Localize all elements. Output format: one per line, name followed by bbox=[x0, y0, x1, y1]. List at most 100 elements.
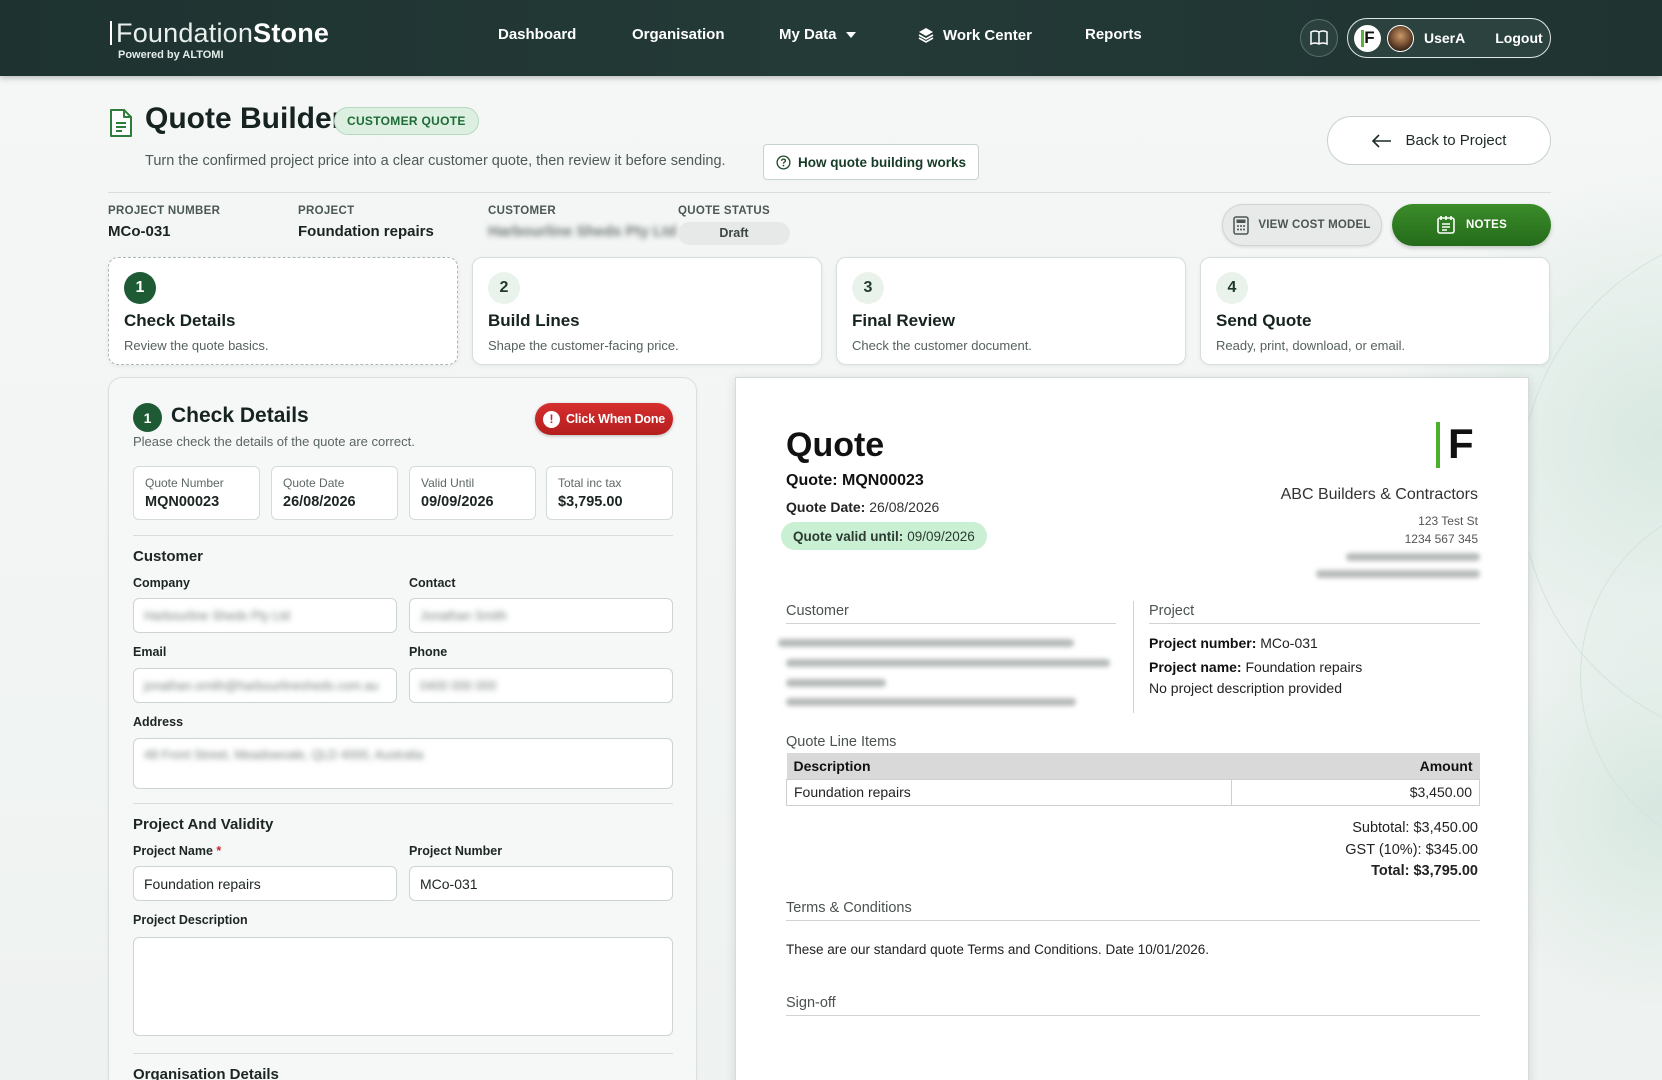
quote-type-badge: CUSTOMER QUOTE bbox=[334, 107, 479, 135]
nav-my-data[interactable]: My Data bbox=[779, 26, 857, 43]
step-number: 1 bbox=[124, 272, 156, 304]
meta-project: PROJECT Foundation repairs bbox=[298, 205, 434, 240]
quote-date-box: Quote Date 26/08/2026 bbox=[271, 466, 398, 520]
back-to-project-button[interactable]: Back to Project bbox=[1327, 116, 1551, 165]
page-title: Quote Builder bbox=[145, 102, 344, 135]
doc-totals: Subtotal: $3,450.00 GST (10%): $345.00 T… bbox=[1345, 818, 1478, 883]
customer-section-title: Customer bbox=[133, 548, 204, 565]
nav-organisation[interactable]: Organisation bbox=[632, 26, 725, 43]
address-label: Address bbox=[133, 715, 184, 729]
step-title: Check Details bbox=[124, 311, 236, 330]
phone-field[interactable]: 0400 000 000 bbox=[409, 668, 673, 703]
help-book-button[interactable] bbox=[1300, 19, 1338, 57]
project-name-field[interactable]: Foundation repairs bbox=[133, 866, 397, 901]
doc-rule bbox=[786, 623, 1116, 624]
click-when-done-button[interactable]: ! Click When Done bbox=[535, 403, 673, 435]
email-label: Email bbox=[133, 645, 167, 659]
status-badge: Draft bbox=[678, 222, 790, 245]
nav-reports[interactable]: Reports bbox=[1085, 26, 1142, 43]
contact-field[interactable]: Jonathan Smith bbox=[409, 598, 673, 633]
redacted-text bbox=[1316, 570, 1480, 578]
doc-signoff-title: Sign-off bbox=[786, 995, 836, 1011]
email-field[interactable]: jonathan.smith@harbourlinesheds.com.au bbox=[133, 668, 397, 703]
panel-subtitle: Please check the details of the quote ar… bbox=[133, 434, 415, 449]
avatar bbox=[1387, 24, 1414, 52]
redacted-text bbox=[786, 659, 1110, 667]
column-header-amount: Amount bbox=[1231, 753, 1480, 779]
redacted-text bbox=[786, 679, 886, 687]
project-validity-section-title: Project And Validity bbox=[133, 816, 274, 833]
quote-document-preview: Quote Quote: MQN00023 Quote Date: 26/08/… bbox=[735, 377, 1529, 1080]
organisation-section-title: Organisation Details bbox=[133, 1066, 279, 1080]
line-description: Foundation repairs bbox=[786, 778, 1232, 806]
company-logo: F bbox=[1436, 420, 1476, 468]
view-cost-model-button[interactable]: VIEW COST MODEL bbox=[1222, 204, 1382, 246]
alert-icon: ! bbox=[542, 410, 560, 428]
doc-project-description: No project description provided bbox=[1149, 680, 1342, 696]
meta-customer: CUSTOMER Harbourline Sheds Pty Ltd bbox=[488, 205, 677, 240]
doc-total: Total: $3,795.00 bbox=[1371, 863, 1478, 879]
notes-icon bbox=[1437, 216, 1455, 234]
phone-label: Phone bbox=[409, 645, 448, 659]
step-description: Shape the customer-facing price. bbox=[488, 338, 679, 353]
address-field[interactable]: 48 Front Street, Meadowvale, QLD 4000, A… bbox=[133, 738, 673, 789]
doc-terms-title: Terms & Conditions bbox=[786, 900, 912, 916]
document-icon bbox=[110, 109, 132, 137]
nav-work-center[interactable]: Work Center bbox=[917, 26, 1032, 44]
doc-company-phone: 1234 567 345 bbox=[1404, 532, 1478, 546]
step-send-quote[interactable]: 4 Send Quote Ready, print, download, or … bbox=[1200, 257, 1550, 365]
project-description-field[interactable] bbox=[133, 937, 673, 1036]
brand-name-bold: Stone bbox=[253, 18, 330, 48]
divider bbox=[133, 1053, 673, 1054]
brand-name-light: Foundation bbox=[116, 18, 254, 48]
redacted-text bbox=[1346, 553, 1480, 561]
company-field[interactable]: Harbourline Sheds Pty Ltd bbox=[133, 598, 397, 633]
panel-title: Check Details bbox=[171, 404, 309, 427]
step-description: Ready, print, download, or email. bbox=[1216, 338, 1406, 353]
doc-title: Quote bbox=[786, 426, 885, 464]
step-number: 3 bbox=[852, 272, 884, 304]
logout-link[interactable]: Logout bbox=[1495, 30, 1542, 46]
top-navigation: Foundation Stone Powered by ALTOMI Dashbo… bbox=[0, 0, 1662, 76]
doc-column-divider bbox=[1133, 601, 1134, 713]
divider bbox=[133, 535, 673, 536]
doc-valid-until-badge: Quote valid until: 09/09/2026 bbox=[781, 522, 987, 550]
brand-logo[interactable]: Foundation Stone Powered by ALTOMI bbox=[110, 18, 329, 61]
user-menu[interactable]: F UserA Logout bbox=[1347, 18, 1551, 58]
doc-quote-number: Quote: MQN00023 bbox=[786, 472, 924, 489]
how-it-works-button[interactable]: How quote building works bbox=[763, 144, 979, 180]
step-check-details[interactable]: 1 Check Details Review the quote basics. bbox=[108, 257, 458, 365]
doc-customer-title: Customer bbox=[786, 603, 849, 619]
doc-company-name: ABC Builders & Contractors bbox=[1280, 486, 1478, 503]
org-logo-icon: F bbox=[1354, 24, 1381, 52]
doc-subtotal: Subtotal: $3,450.00 bbox=[1352, 820, 1478, 836]
doc-rule bbox=[786, 920, 1480, 921]
step-final-review[interactable]: 3 Final Review Check the customer docume… bbox=[836, 257, 1186, 365]
valid-until-box: Valid Until 09/09/2026 bbox=[409, 466, 536, 520]
project-number-field[interactable]: MCo-031 bbox=[409, 866, 673, 901]
redacted-text bbox=[786, 698, 1076, 706]
meta-project-number: PROJECT NUMBER MCo-031 bbox=[108, 205, 221, 240]
notes-button[interactable]: NOTES bbox=[1392, 204, 1551, 246]
step-build-lines[interactable]: 2 Build Lines Shape the customer-facing … bbox=[472, 257, 822, 365]
step-title: Send Quote bbox=[1216, 311, 1312, 330]
page-subtitle: Turn the confirmed project price into a … bbox=[145, 153, 726, 169]
step-number: 2 bbox=[488, 272, 520, 304]
doc-project-number: Project number: MCo-031 bbox=[1149, 635, 1318, 651]
total-inc-tax-box: Total inc tax $3,795.00 bbox=[546, 466, 673, 520]
line-amount: $3,450.00 bbox=[1231, 778, 1480, 806]
header-divider bbox=[108, 192, 1551, 193]
step-number: 4 bbox=[1216, 272, 1248, 304]
doc-gst: GST (10%): $345.00 bbox=[1345, 841, 1478, 858]
doc-line-items-table: Description Amount Foundation repairs $3… bbox=[786, 753, 1480, 806]
arrow-left-icon bbox=[1371, 133, 1391, 148]
nav-dashboard[interactable]: Dashboard bbox=[498, 26, 576, 43]
column-header-description: Description bbox=[786, 753, 1232, 779]
doc-quote-date: Quote Date: 26/08/2026 bbox=[786, 499, 940, 515]
step-description: Review the quote basics. bbox=[124, 338, 269, 353]
calculator-icon bbox=[1233, 215, 1250, 235]
project-number-label: Project Number bbox=[409, 844, 503, 858]
doc-company-address: 123 Test St bbox=[1418, 514, 1478, 528]
meta-quote-status: QUOTE STATUS Draft bbox=[678, 205, 790, 245]
step-title: Final Review bbox=[852, 311, 955, 330]
